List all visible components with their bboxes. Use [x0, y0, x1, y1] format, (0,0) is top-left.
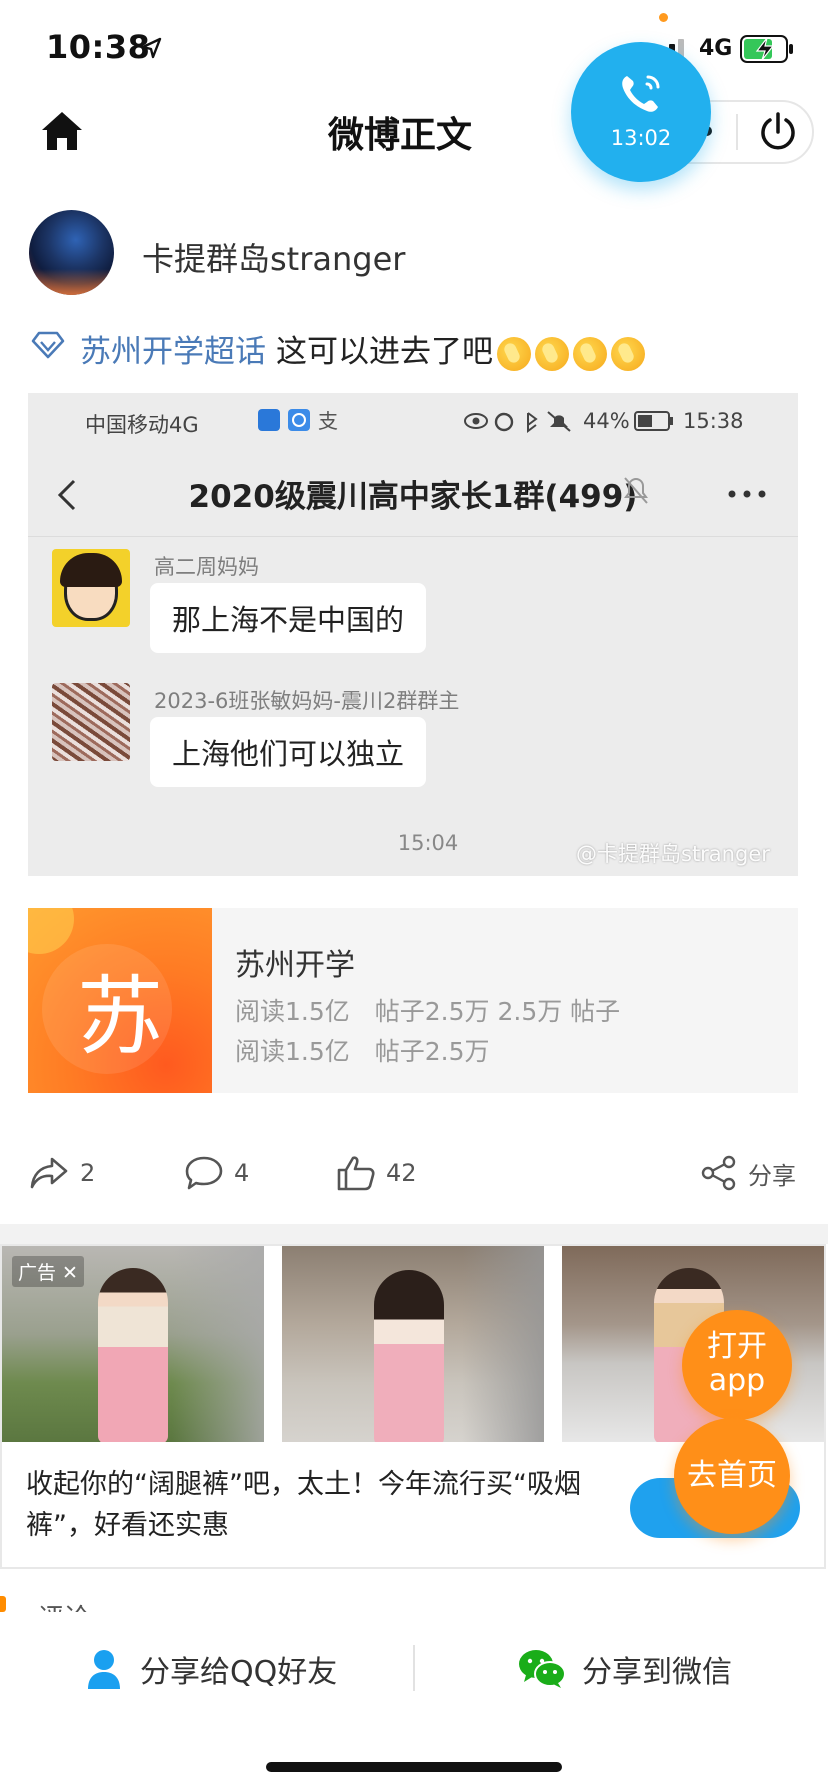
share-to-wechat-label: 分享到微信: [582, 1655, 732, 1690]
qq-user-icon: [88, 1650, 120, 1689]
image-carrier-text: 中国移动4G: [85, 413, 199, 437]
post-text: 这可以进去了吧: [276, 334, 493, 370]
thumbs-up-icon: [337, 1156, 375, 1191]
clap-emoji-icon: [535, 336, 569, 371]
super-topic-link[interactable]: 苏州开学超话: [80, 334, 266, 370]
super-topic-name: 苏州开学: [235, 948, 355, 983]
super-topic-thumb-char: 苏: [77, 967, 163, 1067]
open-app-label-line2: app: [708, 1363, 766, 1398]
super-topic-stats: 阅读1.5亿 帖子2.5万 2.5万 帖子: [235, 997, 621, 1026]
open-app-label-line1: 打开: [707, 1329, 767, 1364]
image-system-icons: [464, 411, 571, 433]
image-battery-percent: 44%: [583, 409, 630, 433]
share-icon: [701, 1155, 736, 1191]
ad-headline: 收起你的“阔腿裤”吧，太土！今年流行买“吸烟裤”，好看还实惠: [26, 1469, 581, 1541]
status-time: 10:38: [46, 28, 151, 66]
share-divider: [413, 1645, 415, 1691]
super-topic-diamond-icon: [31, 331, 65, 359]
image-app-icons: 支: [258, 409, 338, 433]
repost-icon: [30, 1157, 68, 1189]
avatar[interactable]: [29, 210, 114, 295]
like-count: 42: [386, 1159, 417, 1187]
comment-icon: [185, 1156, 223, 1190]
comments-section-marker: [0, 1596, 6, 1612]
open-app-floating-button[interactable]: 打开 app: [682, 1310, 792, 1420]
image-sender-name-2: 2023-6班张敏妈妈-震川2群群主: [154, 689, 460, 713]
wechat-icon: [519, 1650, 566, 1688]
image-message-bubble-1: 那上海不是中国的: [150, 583, 427, 653]
image-battery-icon: [634, 411, 673, 431]
author-name[interactable]: 卡提群岛stranger: [142, 234, 405, 280]
image-mute-bell-icon: [624, 477, 648, 504]
image-time: 15:38: [683, 409, 744, 433]
share-to-qq-label: 分享给QQ好友: [140, 1655, 338, 1690]
image-chat-title: 2020级震川高中家长1群(499): [188, 479, 638, 515]
share-to-wechat-button[interactable]: 分享到微信: [518, 1644, 732, 1694]
clap-emoji-icon: [573, 336, 607, 371]
clap-emoji-icon: [611, 336, 645, 371]
go-home-floating-button[interactable]: 去首页: [674, 1418, 790, 1534]
battery-charging-icon: [740, 35, 793, 63]
mic-indicator-dot: [659, 13, 668, 22]
repost-count: 2: [80, 1159, 96, 1187]
image-sender-name-1: 高二周妈妈: [154, 555, 259, 579]
post-text-line: 苏州开学超话 这可以进去了吧: [80, 326, 645, 371]
super-topic-thumbnail: 苏: [28, 908, 212, 1093]
image-avatar-1: [52, 549, 130, 627]
clap-emoji-icon: [497, 336, 531, 371]
comment-button[interactable]: 4: [184, 1148, 249, 1198]
phone-icon: [622, 75, 660, 112]
network-type: 4G: [699, 36, 733, 61]
super-topic-stats: 阅读1.5亿 帖子2.5万: [235, 1037, 490, 1066]
image-avatar-2: [52, 683, 130, 761]
weibo-watermark: @卡提群岛stranger: [576, 842, 770, 866]
svg-text:支: 支: [318, 409, 338, 433]
image-more-icon: [728, 490, 766, 498]
share-label: 分享: [748, 1161, 796, 1190]
image-header-divider: [28, 536, 798, 537]
power-icon[interactable]: [756, 110, 800, 154]
ad-label[interactable]: 广告 ✕: [12, 1256, 84, 1287]
call-timer: 13:02: [610, 126, 672, 150]
home-indicator[interactable]: [266, 1762, 562, 1772]
like-button[interactable]: 42: [336, 1148, 417, 1198]
location-arrow-icon: [141, 37, 162, 59]
ad-image-2[interactable]: [282, 1246, 544, 1442]
repost-button[interactable]: 2: [28, 1148, 95, 1198]
comment-count: 4: [234, 1159, 250, 1187]
post-image[interactable]: 中国移动4G 支 44% 15:38 2020级震川高中家长1群(499) 高二…: [28, 393, 798, 876]
section-separator: [0, 1224, 828, 1244]
share-button[interactable]: 分享: [700, 1148, 796, 1198]
image-message-bubble-2: 上海他们可以独立: [150, 717, 427, 787]
capsule-divider: [736, 114, 738, 150]
share-to-qq-button[interactable]: 分享给QQ好友: [84, 1644, 337, 1694]
